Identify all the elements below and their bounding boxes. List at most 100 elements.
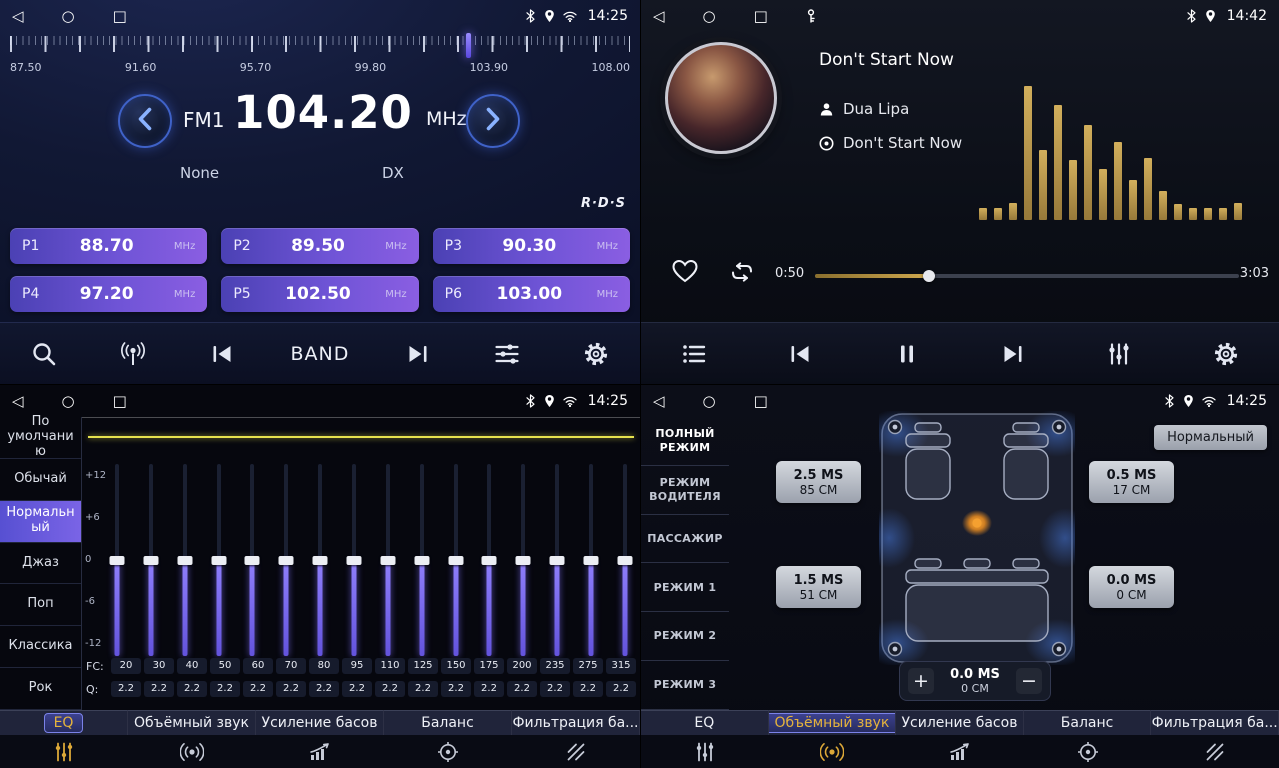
eq-band-slider[interactable] bbox=[548, 464, 566, 656]
slider-handle[interactable] bbox=[347, 556, 362, 565]
eq-band-slider[interactable] bbox=[108, 464, 126, 656]
tune-up-button[interactable] bbox=[466, 94, 520, 148]
progress-bar[interactable] bbox=[815, 274, 1239, 278]
soundfield-mode-item[interactable]: РЕЖИМ 2 bbox=[641, 612, 729, 661]
slider-handle[interactable] bbox=[617, 556, 632, 565]
band-q-cell[interactable]: 2.2 bbox=[144, 681, 174, 697]
eq-band-slider[interactable] bbox=[176, 464, 194, 656]
eq-band-slider[interactable] bbox=[447, 464, 465, 656]
back-icon[interactable]: ◁ bbox=[12, 7, 24, 25]
eq-preset-item[interactable]: Обычай bbox=[0, 459, 81, 501]
slider-handle[interactable] bbox=[516, 556, 531, 565]
tab-balance[interactable]: Баланс bbox=[384, 710, 512, 768]
previous-station-icon[interactable] bbox=[202, 341, 242, 367]
increase-delay-button[interactable]: + bbox=[908, 668, 934, 694]
band-q-cell[interactable]: 2.2 bbox=[507, 681, 537, 697]
slider-handle[interactable] bbox=[584, 556, 599, 565]
band-frequency-cell[interactable]: 60 bbox=[243, 658, 273, 674]
slider-handle[interactable] bbox=[110, 556, 125, 565]
radio-preset-p4[interactable]: P497.20MHz bbox=[10, 276, 207, 312]
band-q-cell[interactable]: 2.2 bbox=[342, 681, 372, 697]
eq-band-slider[interactable] bbox=[514, 464, 532, 656]
band-q-cell[interactable]: 2.2 bbox=[177, 681, 207, 697]
eq-sliders-icon[interactable] bbox=[487, 341, 527, 367]
back-icon[interactable]: ◁ bbox=[653, 7, 665, 25]
eq-band-slider[interactable] bbox=[616, 464, 634, 656]
slider-handle[interactable] bbox=[380, 556, 395, 565]
band-frequency-cell[interactable]: 175 bbox=[474, 658, 504, 674]
slider-handle[interactable] bbox=[550, 556, 565, 565]
search-icon[interactable] bbox=[24, 341, 64, 367]
eq-band-slider[interactable] bbox=[277, 464, 295, 656]
band-frequency-cell[interactable]: 235 bbox=[540, 658, 570, 674]
radio-preset-p2[interactable]: P289.50MHz bbox=[221, 228, 418, 264]
front-right-delay-button[interactable]: 0.5 MS 17 CM bbox=[1089, 461, 1174, 503]
pause-icon[interactable] bbox=[887, 341, 927, 367]
eq-band-slider[interactable] bbox=[243, 464, 261, 656]
soundfield-mode-item[interactable]: РЕЖИМ 1 bbox=[641, 563, 729, 612]
previous-track-icon[interactable] bbox=[780, 341, 820, 367]
tab-bass-boost[interactable]: Усиление басов bbox=[256, 710, 384, 768]
sound-preset-button[interactable]: Нормальный bbox=[1154, 425, 1267, 450]
frequency-scale[interactable] bbox=[10, 36, 630, 56]
band-q-cell[interactable]: 2.2 bbox=[309, 681, 339, 697]
tab-balance[interactable]: Баланс bbox=[1024, 710, 1152, 768]
broadcast-scan-icon[interactable] bbox=[113, 342, 153, 366]
band-q-cell[interactable]: 2.2 bbox=[474, 681, 504, 697]
band-frequency-cell[interactable]: 110 bbox=[375, 658, 405, 674]
radio-preset-p1[interactable]: P188.70MHz bbox=[10, 228, 207, 264]
slider-handle[interactable] bbox=[211, 556, 226, 565]
playlist-icon[interactable] bbox=[674, 341, 714, 367]
tune-down-button[interactable] bbox=[118, 94, 172, 148]
repeat-icon[interactable] bbox=[729, 261, 755, 287]
soundfield-mode-item[interactable]: РЕЖИМ ВОДИТЕЛЯ bbox=[641, 466, 729, 515]
band-frequency-cell[interactable]: 315 bbox=[606, 658, 636, 674]
slider-handle[interactable] bbox=[245, 556, 260, 565]
band-q-cell[interactable]: 2.2 bbox=[606, 681, 636, 697]
recents-icon[interactable]: □ bbox=[113, 392, 127, 410]
tab-filter[interactable]: Фильтрация ба... bbox=[512, 710, 640, 768]
eq-preset-item[interactable]: Классика bbox=[0, 626, 81, 668]
eq-band-slider[interactable] bbox=[480, 464, 498, 656]
eq-preset-item[interactable]: Поп bbox=[0, 584, 81, 626]
band-q-cell[interactable]: 2.2 bbox=[210, 681, 240, 697]
soundfield-mode-item[interactable]: ПАССАЖИР bbox=[641, 515, 729, 564]
eq-band-slider[interactable] bbox=[210, 464, 228, 656]
slider-handle[interactable] bbox=[448, 556, 463, 565]
band-frequency-cell[interactable]: 80 bbox=[309, 658, 339, 674]
slider-handle[interactable] bbox=[482, 556, 497, 565]
band-q-cell[interactable]: 2.2 bbox=[375, 681, 405, 697]
band-q-cell[interactable]: 2.2 bbox=[408, 681, 438, 697]
tab-eq[interactable]: EQ bbox=[641, 710, 769, 768]
eq-preset-item[interactable]: Рок bbox=[0, 668, 81, 710]
recents-icon[interactable]: □ bbox=[754, 392, 768, 410]
tab-bass-boost[interactable]: Усиление басов bbox=[896, 710, 1024, 768]
band-q-cell[interactable]: 2.2 bbox=[540, 681, 570, 697]
band-frequency-cell[interactable]: 150 bbox=[441, 658, 471, 674]
radio-preset-p3[interactable]: P390.30MHz bbox=[433, 228, 630, 264]
tab-eq[interactable]: EQ bbox=[0, 710, 128, 768]
recents-icon[interactable]: □ bbox=[754, 7, 768, 25]
band-frequency-cell[interactable]: 40 bbox=[177, 658, 207, 674]
slider-handle[interactable] bbox=[177, 556, 192, 565]
slider-handle[interactable] bbox=[313, 556, 328, 565]
band-frequency-cell[interactable]: 20 bbox=[111, 658, 141, 674]
eq-band-slider[interactable] bbox=[413, 464, 431, 656]
eq-preset-item[interactable]: По умолчанию bbox=[0, 417, 81, 459]
slider-handle[interactable] bbox=[414, 556, 429, 565]
eq-band-slider[interactable] bbox=[582, 464, 600, 656]
back-icon[interactable]: ◁ bbox=[12, 392, 24, 410]
next-station-icon[interactable] bbox=[398, 341, 438, 367]
tab-surround-sound[interactable]: Объёмный звук bbox=[769, 710, 897, 768]
soundfield-mode-item[interactable]: РЕЖИМ 3 bbox=[641, 661, 729, 710]
rear-right-delay-button[interactable]: 0.0 MS 0 CM bbox=[1089, 566, 1174, 608]
radio-preset-p6[interactable]: P6103.00MHz bbox=[433, 276, 630, 312]
band-frequency-cell[interactable]: 50 bbox=[210, 658, 240, 674]
eq-band-slider[interactable] bbox=[142, 464, 160, 656]
band-q-cell[interactable]: 2.2 bbox=[441, 681, 471, 697]
band-frequency-cell[interactable]: 200 bbox=[507, 658, 537, 674]
progress-knob[interactable] bbox=[923, 270, 935, 282]
decrease-delay-button[interactable]: − bbox=[1016, 668, 1042, 694]
band-q-cell[interactable]: 2.2 bbox=[111, 681, 141, 697]
settings-gear-icon[interactable] bbox=[576, 341, 616, 367]
